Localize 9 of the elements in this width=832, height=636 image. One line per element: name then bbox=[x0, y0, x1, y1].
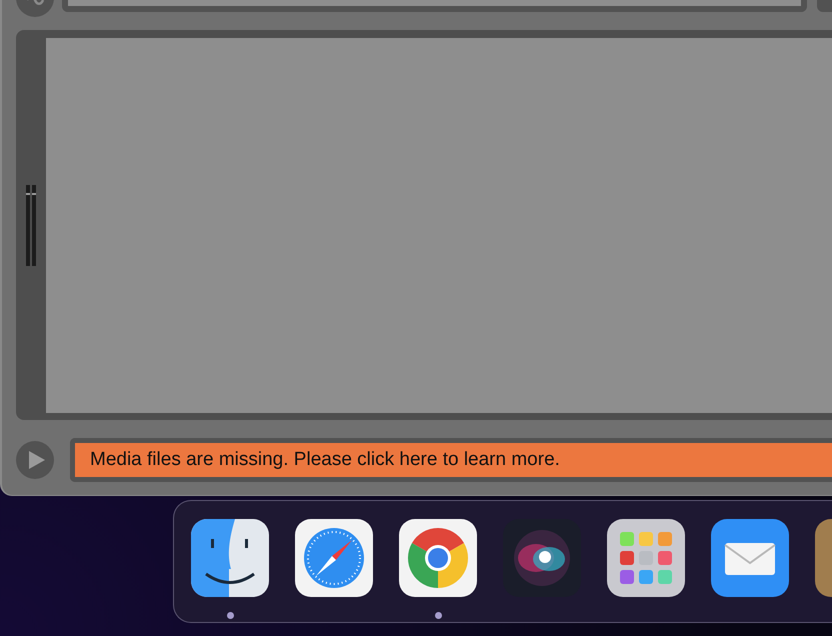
meter-icon bbox=[26, 185, 36, 266]
siri-icon[interactable] bbox=[503, 519, 581, 597]
missing-media-link[interactable]: Media files are missing. Please click here to learn more. bbox=[75, 443, 832, 477]
play-icon[interactable] bbox=[16, 441, 54, 479]
envelope-icon[interactable] bbox=[711, 519, 789, 597]
finder-icon[interactable] bbox=[191, 519, 269, 597]
chrome-icon[interactable] bbox=[399, 519, 477, 597]
compass-icon[interactable] bbox=[295, 519, 373, 597]
app-grid-icon[interactable] bbox=[607, 519, 685, 597]
